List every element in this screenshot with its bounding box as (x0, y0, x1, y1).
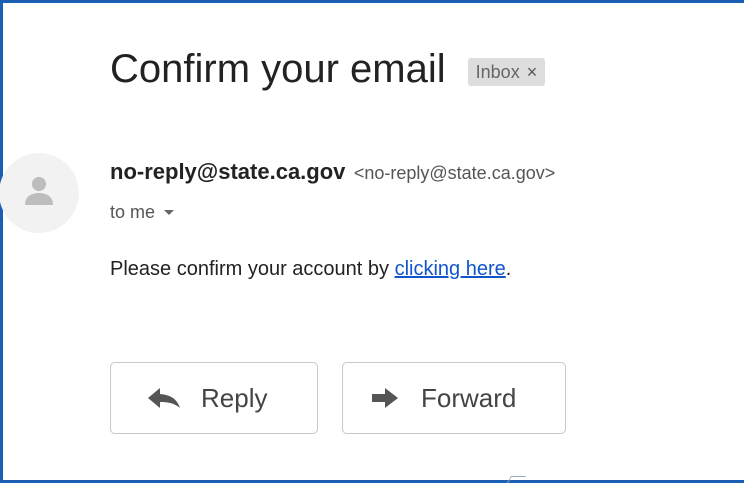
person-icon (25, 177, 53, 205)
inbox-label-chip[interactable]: Inbox × (467, 58, 546, 86)
recipient-details-toggle[interactable]: to me (110, 202, 175, 223)
forward-label: Forward (421, 382, 517, 413)
body-prefix: Please confirm your account by (110, 258, 395, 280)
confirm-link[interactable]: clicking here (395, 258, 506, 280)
sender-avatar[interactable] (0, 153, 79, 233)
sender-line: no-reply@state.ca.gov <no-reply@state.ca… (110, 159, 555, 185)
forward-arrow-icon (371, 387, 399, 409)
sender-email: <no-reply@state.ca.gov> (353, 163, 556, 183)
email-subject: Confirm your email (110, 47, 446, 91)
reply-arrow-icon (147, 387, 181, 409)
reply-label: Reply (201, 382, 268, 413)
email-body: Please confirm your account by clicking … (110, 258, 511, 281)
forward-button[interactable]: Forward (342, 362, 566, 434)
caret-down-icon (164, 210, 175, 215)
cursor-artifact (506, 476, 527, 483)
subject-row: Confirm your email Inbox × (110, 45, 546, 93)
sender-name[interactable]: no-reply@state.ca.gov (110, 159, 345, 184)
body-suffix: . (505, 258, 512, 280)
recipient-text: to me (110, 202, 156, 222)
remove-label-icon[interactable]: × (527, 58, 538, 86)
label-text: Inbox (475, 62, 520, 82)
reply-button[interactable]: Reply (110, 362, 318, 434)
email-view: Confirm your email Inbox × no-reply@stat… (0, 0, 744, 483)
